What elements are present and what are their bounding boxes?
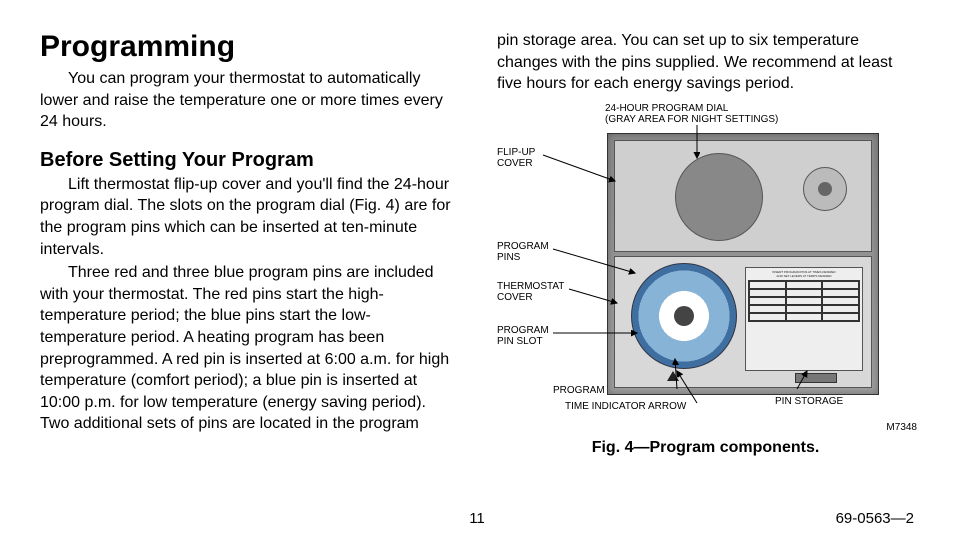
- paragraph-before-1: Lift thermostat flip-up cover and you'll…: [40, 174, 457, 260]
- left-column: Programming You can program your thermos…: [40, 30, 477, 500]
- heading-programming: Programming: [40, 30, 457, 64]
- page-number: 11: [331, 510, 622, 527]
- doc-number: 69-0563—2: [623, 510, 914, 527]
- page-footer: 11 69-0563—2: [0, 510, 954, 527]
- intro-paragraph: You can program your thermostat to autom…: [40, 68, 457, 133]
- heading-before-setting: Before Setting Your Program: [40, 149, 457, 172]
- figure-4: 24-HOUR PROGRAM DIAL (GRAY AREA FOR NIGH…: [497, 103, 917, 433]
- paragraph-before-2: Three red and three blue program pins ar…: [40, 262, 457, 435]
- callout-arrows: [497, 103, 917, 433]
- figure-caption: Fig. 4—Program components.: [497, 439, 914, 457]
- paragraph-continuation: pin storage area. You can set up to six …: [497, 30, 914, 95]
- right-column: pin storage area. You can set up to six …: [477, 30, 914, 500]
